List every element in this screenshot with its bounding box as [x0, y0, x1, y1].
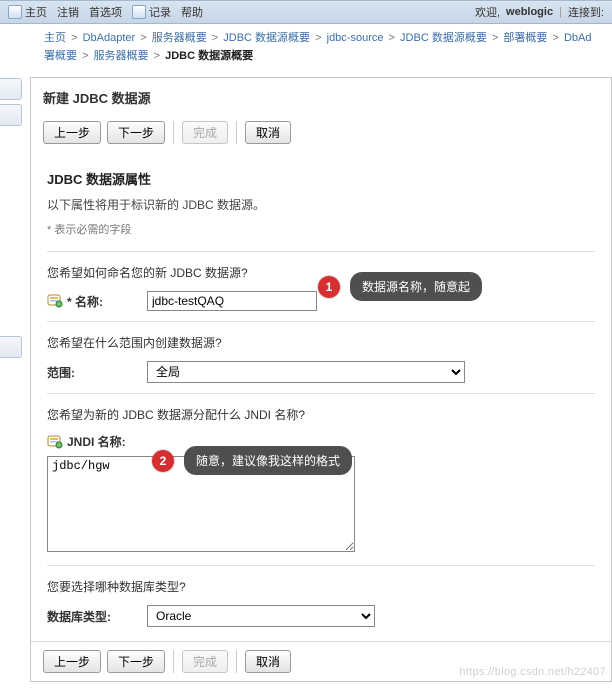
- cancel-button[interactable]: 取消: [245, 121, 291, 144]
- home-icon: [8, 5, 22, 19]
- question-dbtype: 您要选择哪种数据库类型?: [47, 578, 595, 595]
- question-name: 您希望如何命名您的新 JDBC 数据源?: [47, 264, 595, 281]
- nav-record[interactable]: 记录: [132, 4, 171, 20]
- finish-button: 完成: [182, 121, 228, 144]
- crumb[interactable]: DbAd: [564, 32, 592, 44]
- dbtype-label: 数据库类型:: [47, 608, 111, 625]
- breadcrumb: 主页 > DbAdapter > 服务器概要 > JDBC 数据源概要 > jd…: [0, 24, 612, 69]
- nav-record-label: 记录: [149, 4, 171, 20]
- welcome-label: 欢迎,: [475, 4, 500, 20]
- crumb[interactable]: 服务器概要: [152, 32, 207, 44]
- info-icon[interactable]: [47, 293, 63, 309]
- crumb[interactable]: 主页: [44, 32, 66, 44]
- crumb[interactable]: JDBC 数据源概要: [223, 32, 310, 44]
- panel-title: 新建 JDBC 数据源: [31, 78, 611, 113]
- back-button[interactable]: 上一步: [43, 121, 101, 144]
- finish-button: 完成: [182, 650, 228, 673]
- nav-logout[interactable]: 注销: [57, 4, 79, 20]
- name-input[interactable]: [147, 291, 317, 311]
- top-button-row: 上一步 下一步 完成 取消: [31, 113, 611, 153]
- nav-prefs[interactable]: 首选项: [89, 4, 122, 20]
- crumb[interactable]: JDBC 数据源概要: [400, 32, 487, 44]
- crumb[interactable]: 署概要: [44, 50, 77, 62]
- record-icon: [132, 5, 146, 19]
- name-label: * 名称:: [67, 293, 103, 310]
- crumb[interactable]: 服务器概要: [94, 50, 149, 62]
- back-button[interactable]: 上一步: [43, 650, 101, 673]
- dbtype-select[interactable]: Oracle: [147, 605, 375, 627]
- nav-help[interactable]: 帮助: [181, 4, 203, 20]
- question-jndi: 您希望为新的 JDBC 数据源分配什么 JNDI 名称?: [47, 406, 595, 423]
- info-icon[interactable]: [47, 434, 63, 450]
- required-hint: * 表示必需的字段: [47, 221, 595, 237]
- scope-select[interactable]: 全局: [147, 361, 465, 383]
- connected-label: 连接到:: [568, 4, 604, 20]
- cancel-button[interactable]: 取消: [245, 650, 291, 673]
- scope-field-row: 范围: 全局: [47, 361, 595, 383]
- welcome-user: weblogic: [506, 6, 553, 18]
- crumb[interactable]: jdbc-source: [327, 32, 384, 44]
- next-button[interactable]: 下一步: [107, 650, 165, 673]
- next-button[interactable]: 下一步: [107, 121, 165, 144]
- scope-label: 范围:: [47, 364, 75, 381]
- main-panel: 新建 JDBC 数据源 上一步 下一步 完成 取消 JDBC 数据源属性 以下属…: [30, 77, 612, 682]
- jndi-textarea[interactable]: [47, 456, 355, 552]
- watermark: https://blog.csdn.net/h22407: [459, 666, 606, 678]
- crumb[interactable]: 部署概要: [503, 32, 547, 44]
- form-body: JDBC 数据源属性 以下属性将用于标识新的 JDBC 数据源。 * 表示必需的…: [31, 153, 611, 641]
- crumb[interactable]: DbAdapter: [83, 32, 136, 44]
- nav-home-label: 主页: [25, 4, 47, 20]
- dbtype-field-row: 数据库类型: Oracle: [47, 605, 595, 627]
- jndi-label: JNDI 名称:: [67, 433, 126, 450]
- top-nav: 主页 注销 首选项 记录 帮助 欢迎, weblogic | 连接到:: [0, 0, 612, 24]
- nav-home[interactable]: 主页: [8, 4, 47, 20]
- crumb-current: JDBC 数据源概要: [165, 50, 253, 62]
- question-scope: 您希望在什么范围内创建数据源?: [47, 334, 595, 351]
- section-heading: JDBC 数据源属性: [47, 169, 595, 188]
- name-field-row: * 名称:: [47, 291, 595, 311]
- section-desc: 以下属性将用于标识新的 JDBC 数据源。: [47, 196, 595, 213]
